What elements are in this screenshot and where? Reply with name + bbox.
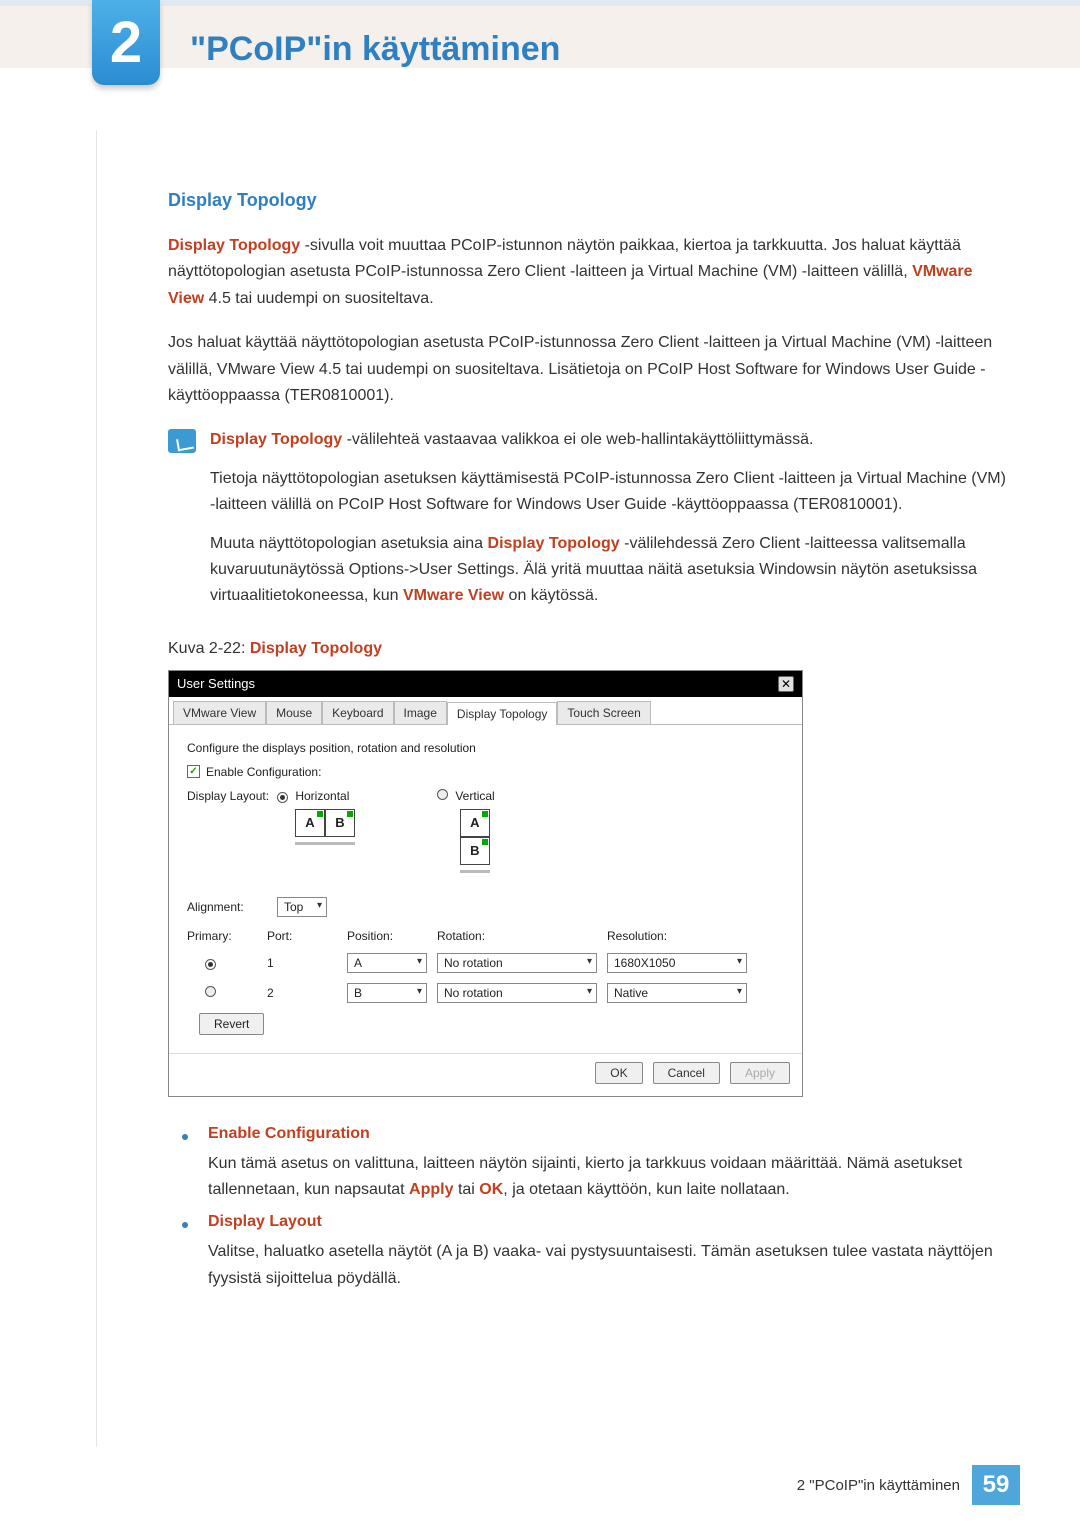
layout-v-box-b: B bbox=[460, 837, 490, 865]
page-title: "PCoIP"in käyttäminen bbox=[190, 30, 560, 69]
enable-config-label: Enable Configuration: bbox=[206, 765, 321, 779]
tab-vmware-view[interactable]: VMware View bbox=[173, 701, 266, 724]
close-icon[interactable]: ✕ bbox=[778, 676, 794, 692]
info-note: Display Topology -välilehteä vastaavaa v… bbox=[168, 427, 1008, 621]
row1-resolution-select[interactable]: 1680X1050 bbox=[607, 953, 747, 973]
cancel-button[interactable]: Cancel bbox=[653, 1062, 720, 1084]
term-ok: OK bbox=[479, 1181, 503, 1198]
figure-prefix: Kuva 2-22: bbox=[168, 640, 250, 657]
row2-rotation-select[interactable]: No rotation bbox=[437, 983, 597, 1003]
row2-port: 2 bbox=[267, 986, 337, 1000]
row2-position-select[interactable]: B bbox=[347, 983, 427, 1003]
radio-horizontal[interactable] bbox=[277, 792, 288, 803]
note-term-1: Display Topology bbox=[210, 431, 342, 448]
bullet1-b: tai bbox=[454, 1181, 480, 1198]
bullet-icon bbox=[182, 1134, 188, 1140]
paragraph-1: Display Topology -sivulla voit muuttaa P… bbox=[168, 233, 1008, 312]
para1-text-b: 4.5 tai uudempi on suositeltava. bbox=[204, 290, 433, 307]
bullet2-title: Display Layout bbox=[208, 1213, 1008, 1231]
note-p3-a: Muuta näyttötopologian asetuksia aina bbox=[210, 535, 488, 552]
display-table: Primary: Port: Position: Rotation: Resol… bbox=[187, 929, 784, 1003]
bullet-icon bbox=[182, 1222, 188, 1228]
note-text: Display Topology -välilehteä vastaavaa v… bbox=[210, 427, 1008, 621]
row2-resolution-select[interactable]: Native bbox=[607, 983, 747, 1003]
bullet1-text: Kun tämä asetus on valittuna, laitteen n… bbox=[208, 1151, 1008, 1204]
note-icon bbox=[168, 429, 196, 453]
layout-h-box-b: B bbox=[325, 809, 355, 837]
col-port: Port: bbox=[267, 929, 337, 943]
note-term-3: VMware View bbox=[403, 587, 504, 604]
alignment-select[interactable]: Top bbox=[277, 897, 327, 917]
display-layout-label: Display Layout: bbox=[187, 789, 277, 803]
bullet1-c: , ja otetaan käyttöön, kun laite nollata… bbox=[503, 1181, 789, 1198]
alignment-label: Alignment: bbox=[187, 900, 277, 914]
window-title: User Settings bbox=[177, 676, 255, 691]
tab-keyboard[interactable]: Keyboard bbox=[322, 701, 393, 724]
note-term-2: Display Topology bbox=[488, 535, 620, 552]
term-display-topology: Display Topology bbox=[168, 237, 300, 254]
row1-position-select[interactable]: A bbox=[347, 953, 427, 973]
radio-vertical[interactable] bbox=[437, 789, 448, 800]
user-settings-window: User Settings ✕ VMware View Mouse Keyboa… bbox=[168, 670, 803, 1097]
layout-h-box-a: A bbox=[295, 809, 325, 837]
radio-horizontal-label: Horizontal bbox=[295, 789, 349, 803]
tab-display-topology[interactable]: Display Topology bbox=[447, 702, 558, 725]
layout-v-box-a: A bbox=[460, 809, 490, 837]
tab-image[interactable]: Image bbox=[394, 701, 447, 724]
paragraph-2: Jos haluat käyttää näyttötopologian aset… bbox=[168, 330, 1008, 409]
table-row: 2 B No rotation Native bbox=[187, 983, 784, 1003]
note-p1: -välilehteä vastaavaa valikkoa ei ole we… bbox=[342, 431, 813, 448]
bullet-display-layout: Display Layout Valitse, haluatko asetell… bbox=[182, 1213, 1008, 1292]
table-row: 1 A No rotation 1680X1050 bbox=[187, 953, 784, 973]
bullet-enable-configuration: Enable Configuration Kun tämä asetus on … bbox=[182, 1125, 1008, 1204]
enable-config-checkbox[interactable]: ✓ bbox=[187, 765, 200, 778]
window-buttons: OK Cancel Apply bbox=[169, 1053, 802, 1096]
primary-radio-1[interactable] bbox=[205, 959, 216, 970]
footer-label: 2 "PCoIP"in käyttäminen bbox=[797, 1477, 960, 1494]
page-number: 59 bbox=[972, 1465, 1020, 1505]
content-area: Display Topology Display Topology -sivul… bbox=[168, 190, 1008, 1302]
tab-mouse[interactable]: Mouse bbox=[266, 701, 322, 724]
ok-button[interactable]: OK bbox=[595, 1062, 642, 1084]
row1-rotation-select[interactable]: No rotation bbox=[437, 953, 597, 973]
tabs-row: VMware View Mouse Keyboard Image Display… bbox=[169, 697, 802, 725]
row1-port: 1 bbox=[267, 956, 337, 970]
margin-rule bbox=[96, 130, 97, 1447]
figure-caption: Kuva 2-22: Display Topology bbox=[168, 640, 1008, 658]
radio-vertical-label: Vertical bbox=[455, 789, 494, 803]
footer: 2 "PCoIP"in käyttäminen 59 bbox=[797, 1465, 1020, 1505]
tab-touch-screen[interactable]: Touch Screen bbox=[557, 701, 650, 724]
section-heading: Display Topology bbox=[168, 190, 1008, 211]
figure-name: Display Topology bbox=[250, 640, 382, 657]
col-rotation: Rotation: bbox=[437, 929, 597, 943]
window-body: Configure the displays position, rotatio… bbox=[169, 725, 802, 1053]
term-apply: Apply bbox=[409, 1181, 453, 1198]
bullet2-text: Valitse, haluatko asetella näytöt (A ja … bbox=[208, 1239, 1008, 1292]
col-position: Position: bbox=[347, 929, 427, 943]
bullet1-title: Enable Configuration bbox=[208, 1125, 1008, 1143]
col-resolution: Resolution: bbox=[607, 929, 747, 943]
window-titlebar: User Settings ✕ bbox=[169, 671, 802, 697]
revert-button[interactable]: Revert bbox=[199, 1013, 264, 1035]
chapter-badge: 2 bbox=[92, 0, 160, 85]
instruction-text: Configure the displays position, rotatio… bbox=[187, 741, 784, 755]
apply-button[interactable]: Apply bbox=[730, 1062, 790, 1084]
col-primary: Primary: bbox=[187, 929, 257, 943]
note-p2: Tietoja näyttötopologian asetuksen käytt… bbox=[210, 466, 1008, 519]
primary-radio-2[interactable] bbox=[205, 986, 216, 997]
note-p3-c: on käytössä. bbox=[504, 587, 598, 604]
